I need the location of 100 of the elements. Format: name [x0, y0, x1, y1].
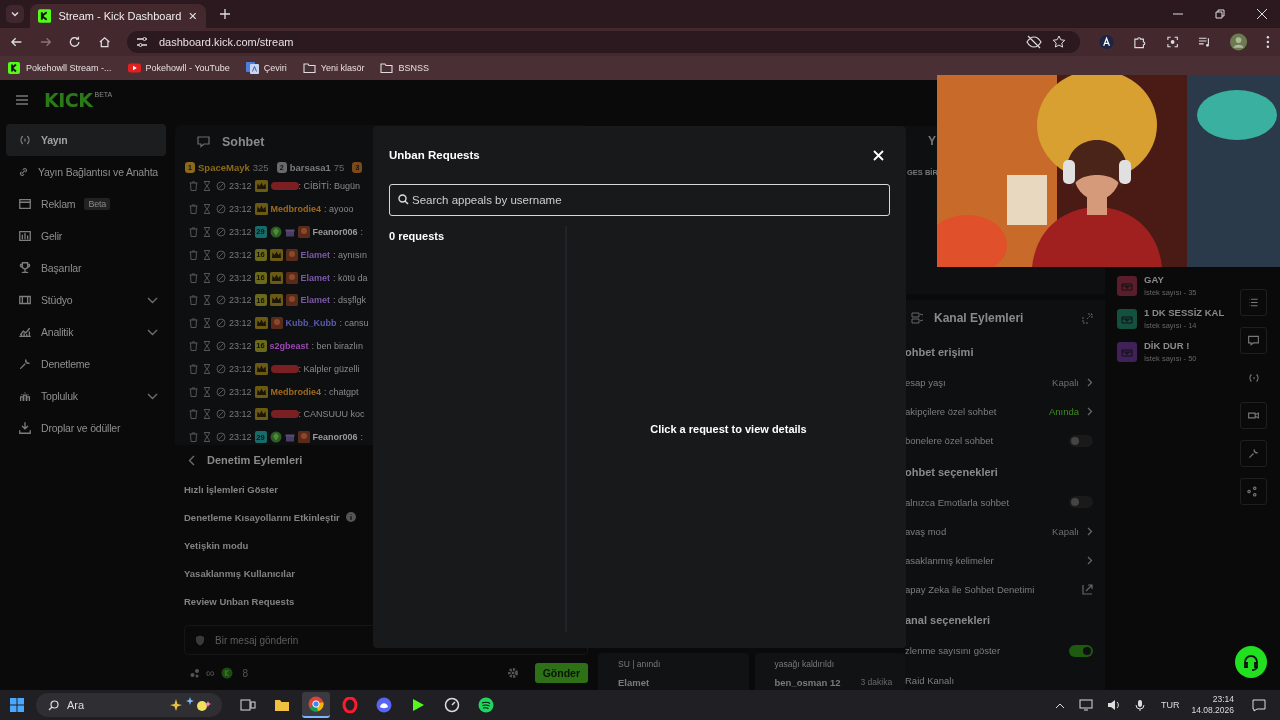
trash-icon[interactable] — [189, 340, 198, 351]
dots-icon[interactable] — [190, 668, 200, 678]
sidebar-item[interactable]: Stüdyo — [6, 284, 166, 316]
ban-icon[interactable] — [216, 409, 226, 420]
username[interactable]: s2gbeast — [269, 340, 309, 351]
trash-icon[interactable] — [189, 204, 198, 215]
chevron-right-icon[interactable] — [1087, 526, 1093, 536]
ban-icon[interactable] — [216, 249, 226, 260]
hourglass-icon[interactable] — [203, 181, 211, 192]
chevron-right-icon[interactable] — [1087, 407, 1093, 417]
kick-logo[interactable]: KICK — [44, 89, 93, 111]
close-icon[interactable] — [1256, 8, 1268, 20]
reload-icon[interactable] — [68, 35, 82, 49]
hourglass-icon[interactable] — [203, 363, 211, 374]
address-bar[interactable]: dashboard.kick.com/stream — [126, 31, 1081, 53]
bookmark[interactable]: Yeni klasör — [302, 62, 365, 74]
sidebar-item[interactable]: Başarılar — [6, 252, 166, 284]
menu-item[interactable]: Review Unban Requests — [184, 595, 295, 607]
trash-icon[interactable] — [189, 272, 198, 283]
media-queue-icon[interactable] — [1197, 35, 1212, 49]
trash-icon[interactable] — [189, 295, 198, 306]
chevron-right-icon[interactable] — [1087, 556, 1093, 566]
trash-icon[interactable] — [189, 432, 198, 443]
trash-icon[interactable] — [189, 363, 198, 374]
setting-value[interactable]: Anında — [1048, 406, 1079, 418]
username[interactable]: Medbrodie4 — [270, 386, 322, 397]
info-icon[interactable] — [345, 512, 356, 522]
sidebar-item[interactable]: Droplar ve ödüller — [6, 412, 166, 444]
tab-menu-button[interactable] — [6, 5, 24, 23]
caret-up-icon[interactable] — [1054, 701, 1065, 709]
close-icon[interactable] — [188, 11, 198, 21]
username[interactable]: Feanor006 — [312, 432, 358, 443]
toggle-switch[interactable] — [1069, 434, 1093, 447]
sidebar-item[interactable]: Yayın — [6, 124, 166, 156]
username[interactable]: Feanor006 — [312, 227, 358, 237]
hourglass-icon[interactable] — [203, 318, 211, 329]
trash-icon[interactable] — [189, 227, 198, 237]
lens-icon[interactable] — [1165, 35, 1179, 49]
menu-item[interactable]: Yetişkin modu — [184, 539, 249, 551]
settings-icon[interactable] — [506, 667, 519, 679]
leader-name[interactable]: SpaceMayk — [198, 161, 250, 173]
ban-icon[interactable] — [216, 272, 226, 283]
search-field[interactable]: Ara — [36, 693, 222, 717]
ban-icon[interactable] — [216, 181, 226, 192]
tool-button[interactable] — [1240, 289, 1267, 316]
bookmark[interactable]: Pokehowll - YouTube — [127, 62, 230, 74]
username[interactable]: Elamet — [300, 249, 331, 260]
menu-item[interactable]: Denetleme Kısayollarını Etkinleştir — [184, 511, 340, 523]
ban-icon[interactable] — [216, 363, 226, 374]
hourglass-icon[interactable] — [203, 340, 211, 351]
hourglass-icon[interactable] — [203, 227, 211, 237]
sidebar-item[interactable]: Yayın Bağlantısı ve Anahta — [6, 156, 166, 188]
sidebar-item[interactable]: Denetleme — [6, 348, 166, 380]
browser-tab[interactable]: Stream - Kick Dashboard — [30, 4, 206, 28]
avatar-icon[interactable] — [1230, 33, 1248, 51]
bookmark[interactable]: Pokehowll Stream -... — [8, 62, 112, 74]
hidden-eye-icon[interactable] — [1026, 35, 1043, 49]
taskbar-app[interactable] — [302, 692, 330, 718]
ban-icon[interactable] — [216, 204, 226, 215]
speaker-icon[interactable] — [1106, 699, 1121, 711]
username[interactable]: Kubb_Kubb — [285, 318, 337, 329]
back-icon[interactable] — [10, 35, 24, 49]
tool-button[interactable] — [1240, 327, 1267, 354]
username[interactable]: Elamet — [300, 295, 331, 306]
ban-icon[interactable] — [216, 295, 226, 306]
setting-value[interactable]: Kapalı — [1052, 525, 1079, 537]
network-icon[interactable] — [1078, 699, 1093, 711]
hourglass-icon[interactable] — [203, 409, 211, 420]
bookmark-star-icon[interactable] — [1052, 35, 1067, 49]
hourglass-icon[interactable] — [203, 295, 211, 306]
hourglass-icon[interactable] — [203, 272, 211, 283]
trash-icon[interactable] — [189, 181, 198, 192]
ban-icon[interactable] — [216, 318, 226, 329]
microphone-icon[interactable] — [1134, 698, 1145, 712]
ban-icon[interactable] — [216, 340, 226, 351]
toggle-switch[interactable] — [1069, 496, 1093, 509]
sidebar-item[interactable]: Analitik — [6, 316, 166, 348]
toggle-switch[interactable] — [1069, 644, 1093, 657]
chevron-right-icon[interactable] — [1087, 378, 1093, 388]
trash-icon[interactable] — [189, 318, 198, 329]
clock[interactable]: 23:14 14.08.2026 — [1191, 694, 1234, 716]
sidebar-item[interactable]: Reklam Beta — [6, 188, 166, 220]
sidebar-item[interactable]: Topluluk — [6, 380, 166, 412]
username[interactable]: Elamet — [300, 272, 331, 283]
leader-name[interactable]: barsasa1 — [289, 161, 331, 173]
menu-icon[interactable] — [1266, 35, 1270, 49]
popout-icon[interactable] — [1082, 312, 1093, 324]
help-button[interactable] — [1235, 646, 1267, 678]
username[interactable]: Medbrodie4 — [270, 204, 322, 215]
sidebar-item[interactable]: Gelir — [6, 220, 166, 252]
external-link-icon[interactable] — [1082, 584, 1093, 596]
menu-item[interactable]: Hızlı İşlemleri Göster — [184, 483, 278, 495]
profile-letter-icon[interactable] — [1099, 34, 1115, 50]
input-language[interactable]: TUR — [1160, 700, 1180, 710]
ban-icon[interactable] — [216, 386, 226, 397]
home-icon[interactable] — [97, 35, 111, 49]
tool-button[interactable] — [1240, 402, 1267, 429]
trash-icon[interactable] — [189, 386, 198, 397]
trash-icon[interactable] — [189, 249, 198, 260]
hourglass-icon[interactable] — [203, 249, 211, 260]
